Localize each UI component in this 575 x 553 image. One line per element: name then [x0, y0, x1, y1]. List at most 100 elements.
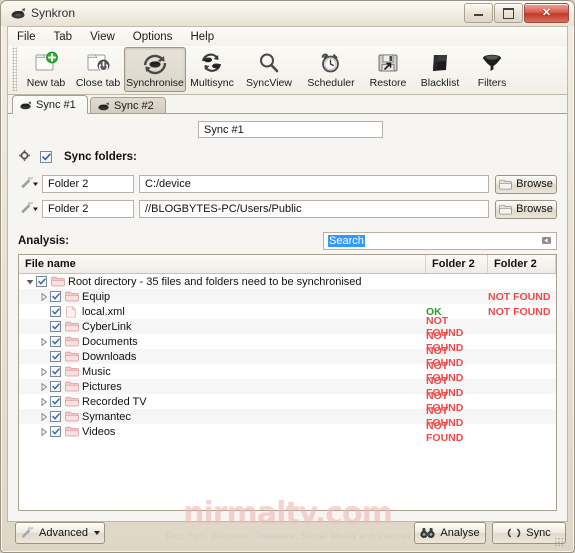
table-row[interactable]: Equip NOT FOUND	[19, 289, 556, 304]
chevron-down-icon	[93, 531, 100, 535]
column-header-folder-1[interactable]: Folder 2	[426, 255, 488, 273]
toolbar-button-blacklist[interactable]: Blacklist	[414, 47, 466, 92]
tab-sync-1[interactable]: Sync #1	[12, 95, 88, 114]
bottom-bar: Advanced Analyse Sync	[7, 522, 568, 544]
row-checkbox[interactable]	[50, 426, 61, 437]
menu-item-tab[interactable]: Tab	[45, 29, 82, 45]
browse-label-2: Browse	[516, 203, 553, 215]
tab-label-sync-2: Sync #2	[114, 99, 154, 112]
toolbar-label-multisync: Multisync	[190, 77, 234, 89]
row-checkbox[interactable]	[50, 291, 61, 302]
wrench-dropdown-icon[interactable]	[18, 202, 40, 216]
row-checkbox[interactable]	[50, 351, 61, 362]
tree-row-label: local.xml	[82, 305, 125, 318]
scheduler-icon	[318, 51, 344, 75]
wrench-icon	[20, 527, 34, 539]
expander-expanded-icon[interactable]	[23, 278, 36, 286]
title-bar: Synkron ✕	[1, 1, 574, 26]
row-checkbox[interactable]	[50, 306, 61, 317]
tree-cell-file-name: local.xml	[19, 306, 426, 318]
advanced-button[interactable]: Advanced	[15, 522, 105, 544]
menu-item-file[interactable]: File	[8, 29, 45, 45]
expander-collapsed-icon[interactable]	[37, 382, 50, 391]
close-button[interactable]: ✕	[524, 3, 569, 23]
folder-path-input-1[interactable]: C:/device	[139, 175, 489, 193]
resize-grip[interactable]	[554, 537, 564, 547]
tree-row-label: Downloads	[82, 350, 137, 363]
toolbar-button-filters[interactable]: Filters	[466, 47, 518, 92]
expander-collapsed-icon[interactable]	[37, 337, 50, 346]
row-checkbox[interactable]	[50, 336, 61, 347]
tab-sync-2[interactable]: Sync #2	[90, 97, 166, 113]
toolbar-button-close-tab[interactable]: Close tab	[72, 47, 124, 92]
toolbar-label-close-tab: Close tab	[75, 77, 121, 89]
wrench-dropdown-icon[interactable]	[18, 177, 40, 191]
row-checkbox[interactable]	[36, 276, 47, 287]
toolbar-button-restore[interactable]: Restore	[362, 47, 414, 92]
toolbar-grip[interactable]	[12, 47, 17, 91]
menu-item-view[interactable]: View	[81, 29, 124, 45]
tree-cell-folder-2: NOT FOUND	[488, 290, 551, 303]
tree-row-label: Equip	[82, 290, 111, 303]
file-icon	[65, 305, 82, 318]
folder-icon	[65, 336, 82, 347]
menu-item-help[interactable]: Help	[181, 29, 223, 45]
blacklist-icon	[427, 51, 453, 75]
add-folder-icon[interactable]	[18, 149, 31, 165]
column-header-file-name[interactable]: File name	[19, 255, 426, 273]
analyse-button[interactable]: Analyse	[414, 522, 486, 544]
expander-collapsed-icon[interactable]	[37, 292, 50, 301]
row-checkbox[interactable]	[50, 396, 61, 407]
toolbar-label-restore: Restore	[369, 77, 407, 89]
expander-collapsed-icon[interactable]	[37, 427, 50, 436]
menu-bar: File Tab View Options Help	[7, 26, 568, 47]
column-header-folder-2[interactable]: Folder 2	[488, 255, 556, 273]
folder-icon	[65, 366, 82, 377]
expander-collapsed-icon[interactable]	[37, 367, 50, 376]
analyse-button-label: Analyse	[440, 527, 480, 539]
browse-button-1[interactable]: Browse	[495, 174, 557, 194]
table-row[interactable]: Root directory - 35 files and folders ne…	[19, 274, 556, 289]
sync-folders-checkbox[interactable]	[40, 151, 52, 163]
menu-item-options[interactable]: Options	[124, 29, 182, 45]
folder-icon	[65, 411, 82, 422]
tree-cell-file-name: Downloads	[19, 351, 426, 363]
toolbar-button-new-tab[interactable]: New tab	[20, 47, 72, 92]
tree-row-label: Pictures	[82, 380, 122, 393]
analysis-tree[interactable]: File name Folder 2 Folder 2 Root directo…	[18, 254, 557, 511]
syncview-icon	[256, 51, 282, 75]
expander-collapsed-icon[interactable]	[37, 397, 50, 406]
folder-name-input-1[interactable]: Folder 2	[42, 175, 134, 193]
browse-button-2[interactable]: Browse	[495, 199, 557, 219]
tree-cell-file-name: Music	[19, 366, 426, 378]
sync-button-label: Sync	[526, 527, 551, 539]
toolbar-button-scheduler[interactable]: Scheduler	[300, 47, 362, 92]
minimize-button[interactable]	[464, 3, 493, 23]
tree-row-label: Music	[82, 365, 111, 378]
toolbar-button-synchronise[interactable]: Synchronise	[124, 47, 186, 92]
folder-path-input-2[interactable]: //BLOGBYTES-PC/Users/Public	[139, 200, 489, 218]
sync-folders-label: Sync folders:	[64, 151, 137, 163]
maximize-button[interactable]	[494, 3, 523, 23]
sync-name-input[interactable]: Sync #1	[198, 121, 383, 138]
tab-sync-icon	[97, 101, 110, 111]
toolbar-label-new-tab: New tab	[26, 77, 66, 89]
expander-collapsed-icon[interactable]	[37, 412, 50, 421]
row-checkbox[interactable]	[50, 381, 61, 392]
toolbar-button-syncview[interactable]: SyncView	[238, 47, 300, 92]
clear-search-icon[interactable]	[541, 235, 552, 249]
tab-label-sync-1: Sync #1	[36, 99, 76, 111]
folder-icon	[65, 321, 82, 332]
tree-cell-file-name: Documents	[19, 336, 426, 348]
table-row[interactable]: Videos NOT FOUND	[19, 420, 556, 444]
row-checkbox[interactable]	[50, 411, 61, 422]
search-input[interactable]: Search	[323, 232, 557, 250]
folder-name-input-2[interactable]: Folder 2	[42, 200, 134, 218]
tree-cell-file-name: Pictures	[19, 381, 426, 393]
row-checkbox[interactable]	[50, 321, 61, 332]
tab-strip: Sync #1 Sync #2	[8, 95, 567, 114]
sync-folders-header: Sync folders:	[18, 149, 137, 165]
row-checkbox[interactable]	[50, 366, 61, 377]
toolbar-button-multisync[interactable]: Multisync	[186, 47, 238, 92]
advanced-button-label: Advanced	[39, 527, 88, 539]
